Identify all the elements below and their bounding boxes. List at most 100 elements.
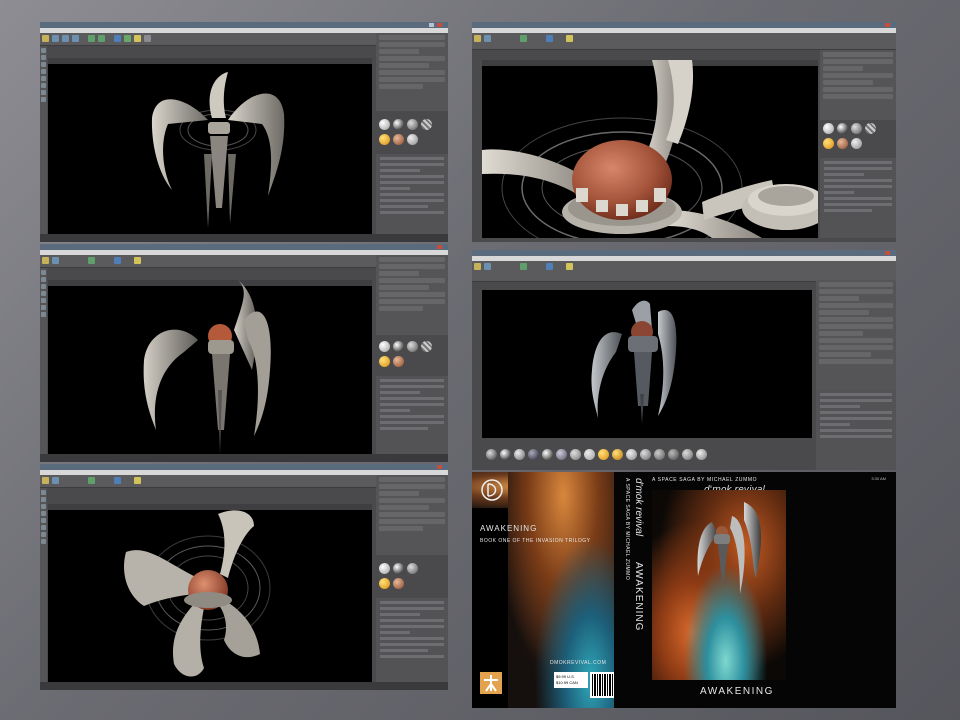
material-manager[interactable] [376,116,448,150]
minimize-button[interactable] [429,23,434,27]
render-icon[interactable] [520,35,527,42]
object-manager[interactable] [816,280,896,390]
object-manager[interactable] [820,50,896,120]
material-ball-icon[interactable] [393,134,404,145]
material-ball-icon[interactable] [421,341,432,352]
close-button[interactable] [437,245,442,249]
nurbs-icon[interactable] [124,35,131,42]
material-ball-icon[interactable] [640,449,651,460]
light-icon[interactable] [566,35,573,42]
material-ball-icon[interactable] [851,123,862,134]
material-ball-icon[interactable] [407,119,418,130]
light-icon[interactable] [134,477,141,484]
material-ball-icon[interactable] [654,449,665,460]
material-ball-icon[interactable] [379,356,390,367]
cube-icon[interactable] [546,35,553,42]
object-manager[interactable] [376,475,448,555]
undo-icon[interactable] [42,35,49,42]
viewport[interactable] [48,280,372,456]
render-icon[interactable] [520,263,527,270]
move-icon[interactable] [484,35,491,42]
material-manager[interactable] [820,120,896,154]
viewport[interactable] [482,60,818,238]
material-ball-icon[interactable] [696,449,707,460]
left-toolbar[interactable] [40,46,47,242]
material-ball-icon[interactable] [393,578,404,589]
close-button[interactable] [885,251,890,255]
material-ball-icon[interactable] [421,119,432,130]
object-manager[interactable] [376,255,448,335]
close-button[interactable] [437,465,442,469]
material-ball-icon[interactable] [379,578,390,589]
material-ball-icon[interactable] [379,563,390,574]
material-ball-icon[interactable] [570,449,581,460]
viewport[interactable] [48,58,372,238]
undo-icon[interactable] [474,263,481,270]
material-ball-icon[interactable] [542,449,553,460]
move-icon[interactable] [52,257,59,264]
material-ball-icon[interactable] [851,138,862,149]
timeline[interactable] [40,682,448,690]
attribute-manager[interactable] [820,158,896,238]
material-ball-icon[interactable] [612,449,623,460]
material-ball-icon[interactable] [407,341,418,352]
move-icon[interactable] [52,477,59,484]
material-ball-icon[interactable] [393,341,404,352]
timeline[interactable] [40,454,448,462]
scale-icon[interactable] [62,35,69,42]
render-icon[interactable] [88,257,95,264]
material-ball-icon[interactable] [407,134,418,145]
material-ball-icon[interactable] [682,449,693,460]
material-ball-icon[interactable] [514,449,525,460]
move-icon[interactable] [484,263,491,270]
material-manager[interactable] [376,560,448,594]
material-ball-icon[interactable] [823,138,834,149]
material-ball-icon[interactable] [556,449,567,460]
material-ball-icon[interactable] [668,449,679,460]
close-button[interactable] [885,23,890,27]
cube-icon[interactable] [114,477,121,484]
material-ball-icon[interactable] [598,449,609,460]
material-ball-icon[interactable] [393,563,404,574]
timeline[interactable] [40,234,448,242]
material-ball-icon[interactable] [379,341,390,352]
attribute-manager[interactable] [376,154,448,238]
light-icon[interactable] [134,35,141,42]
material-ball-icon[interactable] [865,123,876,134]
material-ball-icon[interactable] [837,138,848,149]
close-button[interactable] [437,23,442,27]
attribute-manager[interactable] [376,376,448,456]
viewport[interactable] [482,290,812,438]
move-icon[interactable] [52,35,59,42]
light-icon[interactable] [134,257,141,264]
attribute-manager[interactable] [376,598,448,682]
material-ball-icon[interactable] [584,449,595,460]
undo-icon[interactable] [474,35,481,42]
viewport[interactable] [48,504,372,684]
left-toolbar[interactable] [40,268,47,462]
material-ball-icon[interactable] [626,449,637,460]
material-ball-icon[interactable] [823,123,834,134]
cube-icon[interactable] [114,35,121,42]
undo-icon[interactable] [42,257,49,264]
material-manager[interactable] [482,444,812,466]
material-ball-icon[interactable] [528,449,539,460]
render-icon[interactable] [88,35,95,42]
rotate-icon[interactable] [72,35,79,42]
material-ball-icon[interactable] [393,356,404,367]
material-ball-icon[interactable] [379,119,390,130]
undo-icon[interactable] [42,477,49,484]
cube-icon[interactable] [546,263,553,270]
attribute-manager[interactable] [816,390,896,470]
camera-icon[interactable] [144,35,151,42]
material-ball-icon[interactable] [407,563,418,574]
render-icon[interactable] [98,35,105,42]
material-ball-icon[interactable] [486,449,497,460]
material-manager[interactable] [376,338,448,372]
cube-icon[interactable] [114,257,121,264]
render-icon[interactable] [88,477,95,484]
material-ball-icon[interactable] [393,119,404,130]
material-ball-icon[interactable] [379,134,390,145]
material-ball-icon[interactable] [837,123,848,134]
left-toolbar[interactable] [40,488,47,690]
